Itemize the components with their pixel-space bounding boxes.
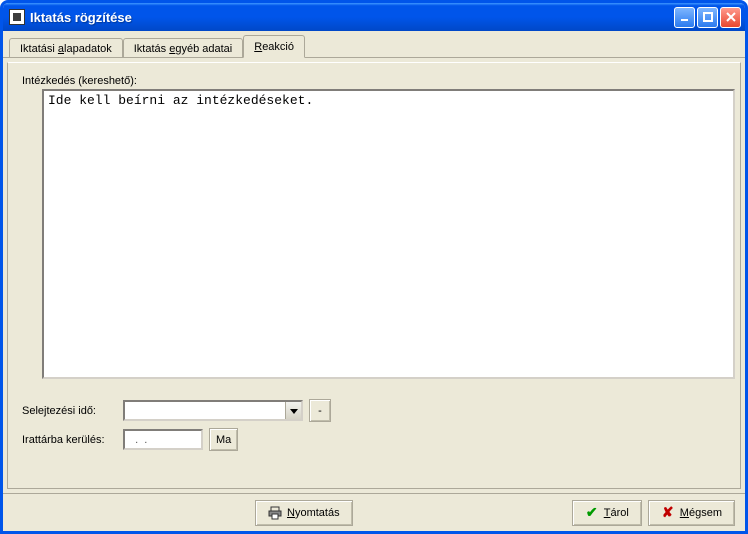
button-bar: Nyomtatás ✔ Tárol ✘ Mégsem	[3, 493, 745, 531]
irattarba-label: Irattárba kerülés:	[22, 434, 117, 446]
cancel-button[interactable]: ✘ Mégsem	[648, 500, 735, 526]
selejtezesi-input[interactable]	[125, 402, 285, 419]
titlebar: Iktatás rögzítése	[3, 3, 745, 31]
selejtezesi-clear-button[interactable]: -	[309, 399, 331, 422]
tab-reakcio[interactable]: Reakció	[243, 35, 305, 58]
maximize-button[interactable]	[697, 7, 718, 28]
window-title: Iktatás rögzítése	[30, 10, 674, 25]
selejtezesi-combo[interactable]	[123, 400, 303, 421]
client-area: Iktatási alapadatok Iktatás egyéb adatai…	[3, 31, 745, 531]
cross-icon: ✘	[661, 506, 675, 520]
ma-button[interactable]: Ma	[209, 428, 238, 451]
printer-icon	[268, 506, 282, 520]
selejtezesi-label: Selejtezési idő:	[22, 405, 117, 417]
save-button[interactable]: ✔ Tárol	[572, 500, 642, 526]
tab-strip: Iktatási alapadatok Iktatás egyéb adatai…	[3, 31, 745, 58]
app-icon	[9, 9, 25, 25]
intezkedes-textarea[interactable]	[42, 89, 735, 379]
selejtezesi-row: Selejtezési idő: -	[22, 399, 726, 422]
dropdown-icon[interactable]	[285, 402, 301, 419]
irattarba-row: Irattárba kerülés: Ma	[22, 428, 726, 451]
tab-egyeb-adatai[interactable]: Iktatás egyéb adatai	[123, 38, 243, 58]
minimize-button[interactable]	[674, 7, 695, 28]
print-button[interactable]: Nyomtatás	[255, 500, 353, 526]
check-icon: ✔	[585, 506, 599, 520]
app-window: Iktatás rögzítése Iktatási alapadatok Ik…	[0, 0, 748, 534]
irattarba-date-input[interactable]	[123, 429, 203, 450]
intezkedes-label: Intézkedés (kereshető):	[22, 75, 726, 87]
window-controls	[674, 7, 741, 28]
tab-alapadatok[interactable]: Iktatási alapadatok	[9, 38, 123, 58]
close-button[interactable]	[720, 7, 741, 28]
tab-panel-reakcio: Intézkedés (kereshető): Selejtezési idő:…	[7, 62, 741, 489]
